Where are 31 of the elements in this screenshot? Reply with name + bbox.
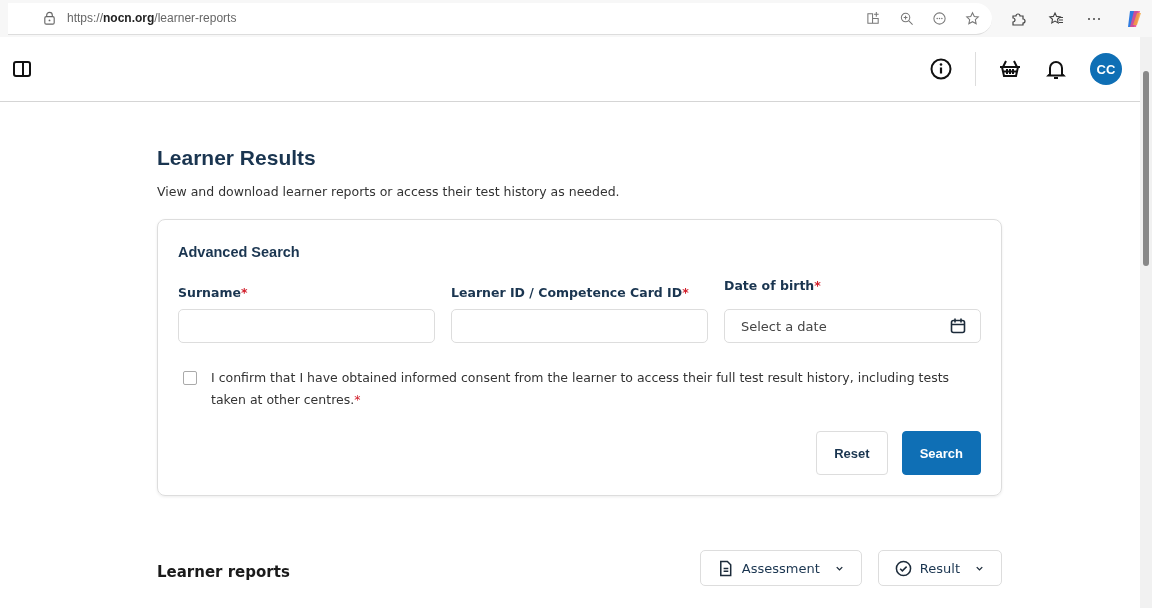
more-circle-icon[interactable]	[932, 10, 947, 26]
text-field[interactable]	[451, 309, 708, 343]
lock-icon	[42, 10, 57, 26]
search-button[interactable]: Search	[901, 431, 981, 475]
zoom-in-icon[interactable]	[899, 10, 914, 26]
field-label: Learner ID / Competence Card ID*	[451, 284, 690, 300]
page-title: Learner Results	[157, 146, 317, 170]
card-title: Advanced Search	[178, 244, 301, 260]
address-bar[interactable]: https://nocn.org/learner-reports	[8, 2, 992, 35]
check-circle-icon	[894, 559, 912, 577]
calendar-icon	[949, 317, 967, 335]
result-filter[interactable]: Result	[877, 550, 1002, 586]
url-text: https://nocn.org/learner-reports	[67, 11, 237, 25]
consent-text: I confirm that I have obtained informed consent from the learner to access their full test result history, including tests taken at other centres.*	[211, 369, 951, 409]
app-grid-icon[interactable]	[866, 10, 881, 26]
date-field[interactable]: Select a date	[724, 309, 981, 343]
consent-checkbox[interactable]	[183, 371, 197, 385]
page-subtitle: View and download learner reports or access their test history as needed.	[157, 184, 621, 199]
star-icon[interactable]	[965, 10, 980, 26]
assessment-filter[interactable]: Assessment	[699, 550, 862, 586]
field-label: Date of birth*	[724, 278, 822, 295]
sidebar-toggle-icon[interactable]	[12, 59, 32, 79]
reset-button[interactable]: Reset	[816, 431, 888, 475]
info-icon[interactable]	[929, 57, 953, 81]
section-title: Learner reports	[157, 563, 290, 581]
puzzle-icon[interactable]	[1010, 10, 1026, 27]
scrollbar[interactable]	[1140, 37, 1152, 608]
favorites-icon[interactable]	[1048, 10, 1064, 27]
field-label: Surname*	[178, 284, 249, 300]
user-avatar[interactable]: CC	[1090, 53, 1122, 85]
text-field[interactable]	[178, 309, 435, 343]
